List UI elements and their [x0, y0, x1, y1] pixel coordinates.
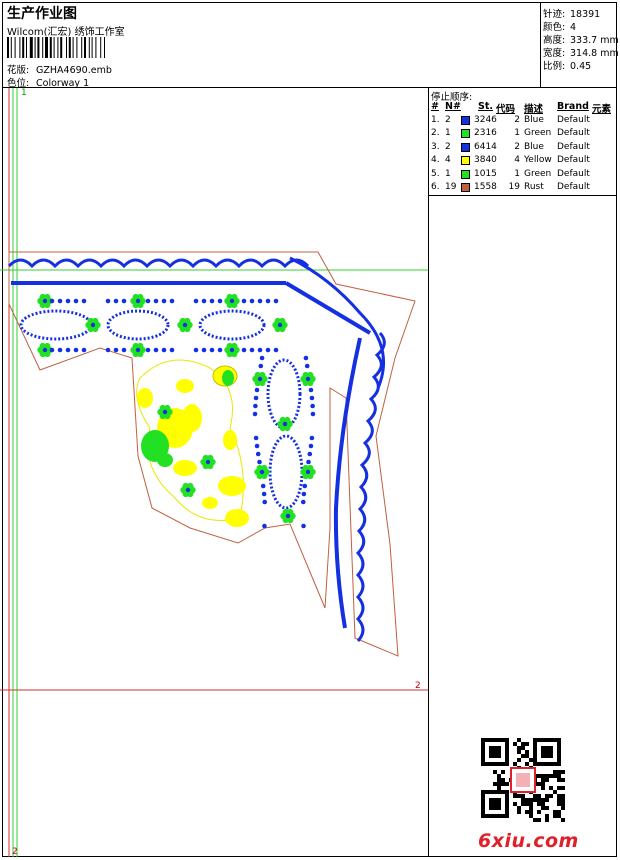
guide-mark-2-right: 2 — [415, 681, 421, 691]
guide-mark-1: 1 — [21, 88, 27, 98]
flower-motif — [177, 317, 193, 333]
col-desc-header: 描述 — [524, 104, 544, 115]
row-needle: 1 — [445, 128, 451, 139]
row-desc: Green — [524, 128, 552, 139]
row-index: 5. — [431, 168, 440, 179]
row-needle: 1 — [445, 168, 451, 179]
row-brand: Default — [557, 141, 590, 152]
flower-motif — [130, 342, 146, 358]
row-needle: 2 — [445, 115, 451, 125]
panel-divider — [428, 87, 429, 857]
row-brand: Default — [557, 168, 590, 179]
color-swatch — [461, 156, 470, 166]
row-stitches: 1558 — [474, 182, 497, 192]
row-brand: Default — [557, 155, 590, 166]
design-canvas — [0, 88, 428, 857]
stat-stitches: 针迹: 18391 — [543, 9, 601, 20]
barcode — [7, 37, 105, 58]
guide-mark-2-bottom: 2 — [12, 847, 18, 857]
row-stitches: 2316 — [474, 128, 497, 139]
row-index: 2. — [431, 128, 440, 139]
row-code: 4 — [514, 155, 520, 166]
stat-height: 高度: 333.7 mm — [543, 35, 619, 46]
flower-motif — [200, 454, 216, 470]
color-swatch — [461, 183, 470, 192]
flower-motif — [272, 317, 288, 333]
row-code: 2 — [514, 115, 520, 125]
color-swatch — [461, 129, 470, 139]
row-stitches: 3840 — [474, 155, 497, 166]
flower-motif — [224, 293, 240, 309]
row-code: 1 — [514, 168, 520, 179]
stat-colors: 颜色: 4 — [543, 22, 577, 33]
row-desc: Green — [524, 168, 552, 179]
col-code-header: 代码 — [496, 104, 516, 115]
row-index: 6. — [431, 182, 440, 192]
flower-motif — [254, 464, 270, 480]
row-brand: Default — [557, 182, 590, 192]
page-title: 生产作业图 — [7, 6, 77, 22]
color-swatch — [461, 169, 470, 179]
stats-divider — [540, 2, 541, 87]
flower-motif — [180, 482, 196, 498]
row-brand: Default — [557, 115, 590, 125]
stat-scale: 比例: 0.45 — [543, 61, 592, 72]
row-needle: 19 — [445, 182, 457, 192]
flower-motif — [300, 371, 316, 387]
flower-motif — [85, 317, 101, 333]
row-index: 4. — [431, 155, 440, 166]
row-index: 3. — [431, 141, 440, 152]
col-idx-header: # — [431, 101, 439, 112]
row-desc: Rust — [524, 182, 544, 192]
col-st-header: St. — [478, 101, 493, 112]
row-stitches: 1015 — [474, 168, 497, 179]
pattern-info: 花版: GZHA4690.emb — [7, 62, 112, 76]
row-desc: Blue — [524, 141, 544, 152]
panel-table-divider — [428, 195, 617, 196]
top-scallop-border — [7, 258, 310, 269]
row-stitches: 3246 — [474, 115, 497, 125]
flower-motif — [252, 371, 268, 387]
color-swatch — [461, 142, 470, 152]
flower-motif — [280, 508, 296, 524]
qr-logo-inner — [516, 773, 530, 787]
stat-width: 宽度: 314.8 mm — [543, 48, 619, 59]
row-needle: 4 — [445, 155, 451, 166]
row-desc: Yellow — [524, 155, 552, 166]
flower-motif — [224, 342, 240, 358]
site-watermark: 6xiu.com — [478, 830, 579, 852]
row-code: 19 — [508, 182, 520, 192]
pattern-label: 花版: — [7, 65, 30, 76]
row-brand: Default — [557, 128, 590, 139]
flower-motif — [130, 293, 146, 309]
col-elem-header: 元素 — [592, 104, 612, 115]
row-code: 2 — [514, 141, 520, 152]
flower-motif — [277, 416, 293, 432]
right-upper-border — [289, 256, 386, 389]
row-needle: 2 — [445, 141, 451, 152]
col-n-header: N# — [445, 101, 461, 112]
row-desc: Blue — [524, 115, 544, 125]
studio-subtitle: Wilcom(汇宏) 绣饰工作室 — [7, 27, 125, 38]
inner-vertical-band — [333, 337, 362, 629]
color-swatch — [461, 116, 470, 125]
qr-code — [481, 738, 565, 822]
row-index: 1. — [431, 115, 440, 125]
row-stitches: 6414 — [474, 141, 497, 152]
col-brand-header: Brand — [557, 101, 589, 112]
row-code: 1 — [514, 128, 520, 139]
